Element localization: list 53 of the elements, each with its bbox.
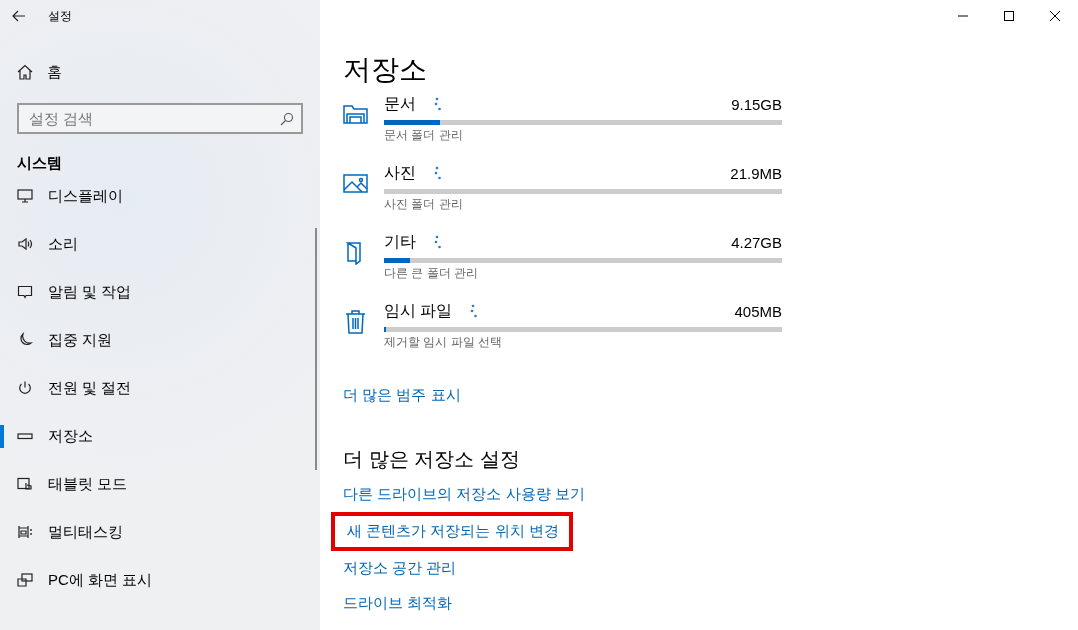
more-categories-link[interactable]: 더 많은 범주 표시: [343, 386, 461, 405]
page-title: 저장소: [343, 53, 428, 87]
projector-icon: [17, 572, 33, 588]
loading-dots-icon: [434, 235, 442, 249]
section-heading: 더 많은 저장소 설정: [343, 447, 521, 472]
category-action-link[interactable]: 사진 폴더 관리: [384, 196, 463, 213]
tablet-icon: [17, 476, 33, 492]
nav-item[interactable]: 저장소: [0, 412, 320, 460]
nav-item[interactable]: 디스플레이: [0, 189, 320, 220]
nav-item[interactable]: 태블릿 모드: [0, 460, 320, 508]
category-name[interactable]: 사진: [384, 162, 416, 184]
settings-link[interactable]: 새 콘텐츠가 저장되는 위치 변경: [347, 522, 559, 541]
message-icon: [17, 284, 33, 300]
settings-link[interactable]: 저장소 공간 관리: [343, 559, 457, 578]
nav-item[interactable]: PC에 화면 표시: [0, 556, 320, 604]
folder-icon: [343, 102, 368, 127]
settings-link[interactable]: 드라이브 최적화: [343, 594, 453, 613]
category-size: 9.15GB: [731, 95, 782, 113]
window-title: 설정: [48, 7, 72, 25]
nav-item[interactable]: 알림 및 작업: [0, 268, 320, 316]
settings-link[interactable]: 다른 드라이브의 저장소 사용량 보기: [343, 485, 585, 504]
home-item[interactable]: 홈: [0, 56, 320, 88]
loading-dots-icon: [470, 304, 479, 318]
nav-item[interactable]: 멀티태스킹: [0, 508, 320, 556]
category-name[interactable]: 임시 파일: [384, 300, 453, 322]
back-button[interactable]: [12, 10, 26, 22]
loading-dots-icon: [434, 166, 442, 180]
nav-item[interactable]: 집중 지원: [0, 316, 320, 364]
image-icon: [343, 171, 368, 196]
section-title: 시스템: [17, 154, 63, 173]
maximize-icon: [1004, 11, 1014, 21]
trash-icon: [343, 309, 368, 334]
category-size: 4.27GB: [731, 233, 782, 251]
power-icon: [17, 380, 33, 396]
category-action-link[interactable]: 문서 폴더 관리: [384, 127, 463, 144]
search-icon: [280, 112, 294, 126]
multitask-icon: [17, 524, 33, 540]
close-icon: [1050, 11, 1060, 21]
category-size: 21.9MB: [730, 164, 782, 182]
scrollbar[interactable]: [315, 228, 317, 470]
category-name[interactable]: 문서: [384, 93, 416, 115]
category-name[interactable]: 기타: [384, 231, 416, 253]
monitor-icon: [17, 189, 33, 204]
category-action-link[interactable]: 제거할 임시 파일 선택: [384, 334, 502, 351]
home-icon: [17, 64, 33, 80]
search-field[interactable]: 설정 검색: [17, 103, 303, 134]
speaker-icon: [17, 236, 33, 252]
moon-icon: [17, 332, 33, 348]
nav-item[interactable]: 소리: [0, 220, 320, 268]
nav-item[interactable]: 전원 및 절전: [0, 364, 320, 412]
loading-dots-icon: [434, 97, 442, 111]
category-action-link[interactable]: 다른 큰 폴더 관리: [384, 265, 478, 282]
category-size: 405MB: [734, 302, 782, 320]
